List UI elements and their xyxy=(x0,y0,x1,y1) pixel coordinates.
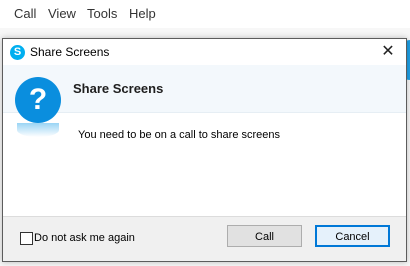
dialog-header xyxy=(3,65,406,113)
skype-icon: S xyxy=(10,45,25,60)
dialog-titlebar: S Share Screens ✕ xyxy=(3,39,406,65)
do-not-ask-label[interactable]: Do not ask me again xyxy=(34,232,135,244)
dialog-heading: Share Screens xyxy=(73,81,164,96)
close-button[interactable]: ✕ xyxy=(378,42,398,62)
dialog-window-title: Share Screens xyxy=(30,45,110,59)
menu-call[interactable]: Call xyxy=(14,6,36,21)
question-icon: ? xyxy=(15,77,61,123)
menu-bar: Call View Tools Help xyxy=(0,0,410,28)
menu-tools[interactable]: Tools xyxy=(87,6,117,21)
dialog-message: You need to be on a call to share screen… xyxy=(78,129,281,141)
question-icon-reflection xyxy=(17,123,59,137)
menu-help[interactable]: Help xyxy=(129,6,156,21)
menu-view[interactable]: View xyxy=(48,6,76,21)
call-button[interactable]: Call xyxy=(227,225,302,247)
dialog-footer: Do not ask me again Call Cancel xyxy=(3,216,406,261)
share-screens-dialog: S Share Screens ✕ ? Share Screens You ne… xyxy=(2,38,407,262)
cancel-button[interactable]: Cancel xyxy=(315,225,390,247)
do-not-ask-checkbox[interactable] xyxy=(20,232,33,245)
